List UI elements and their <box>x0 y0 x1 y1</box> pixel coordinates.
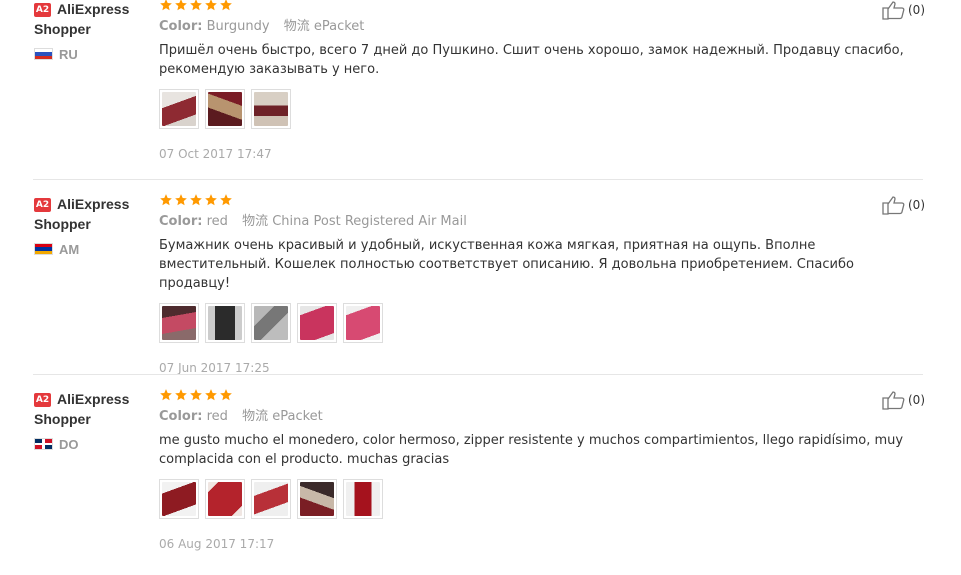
shipping-label: 物流 <box>242 409 269 424</box>
star-icon <box>205 0 217 11</box>
reviewer-country: AM <box>34 241 154 257</box>
review-body: Color: red 物流 ePacket me gusto mucho el … <box>159 388 934 551</box>
star-rating <box>159 0 934 14</box>
review-text: Бумажник очень красивый и удобный, искус… <box>159 238 854 291</box>
helpful-count: (0) <box>908 3 925 17</box>
color-label: Color: <box>159 409 203 424</box>
color-value: Burgundy <box>206 19 270 34</box>
helpful-button[interactable]: (0) <box>882 390 925 410</box>
star-icon <box>190 0 202 11</box>
review-text: me gusto mucho el monedero, color hermos… <box>159 433 904 467</box>
review-divider <box>33 179 923 180</box>
review-item: A2 AliExpress Shopper AM Color: red 物流 Ch… <box>0 185 961 380</box>
star-icon <box>175 389 187 401</box>
review-photo-thumbnail[interactable] <box>159 89 199 129</box>
order-info: Color: Burgundy 物流 ePacket <box>159 18 934 36</box>
star-icon <box>220 389 232 401</box>
star-icon <box>205 389 217 401</box>
review-photo-thumbnail[interactable] <box>343 479 383 519</box>
review-date: 07 Oct 2017 17:47 <box>159 147 272 161</box>
shipping-value: ePacket <box>313 19 365 34</box>
color-label: Color: <box>159 214 203 229</box>
helpful-count: (0) <box>908 393 925 407</box>
review-photo-thumbnail[interactable] <box>159 479 199 519</box>
shipping-value: China Post Registered Air Mail <box>272 214 467 229</box>
review-photo-thumbnail[interactable] <box>251 479 291 519</box>
review-photo-thumbnail[interactable] <box>205 479 245 519</box>
buyer-level-badge: A2 <box>34 393 51 407</box>
star-icon <box>205 194 217 206</box>
helpful-button[interactable]: (0) <box>882 0 925 20</box>
thumbs-up-icon <box>882 1 905 20</box>
star-icon <box>220 0 232 11</box>
buyer-level-badge: A2 <box>34 3 51 17</box>
color-label: Color: <box>159 19 203 34</box>
country-code: DO <box>59 436 79 452</box>
review-body: Color: red 物流 China Post Registered Air … <box>159 193 934 375</box>
reviewer-country: DO <box>34 436 154 452</box>
review-photo-thumbnail[interactable] <box>343 303 383 343</box>
russia-flag-icon <box>34 48 53 60</box>
thumbs-up-icon <box>882 196 905 215</box>
review-item: A2 AliExpress Shopper RU Color: Burgundy … <box>0 0 961 185</box>
color-value: red <box>206 409 228 424</box>
star-rating <box>159 193 934 209</box>
review-date: 07 Jun 2017 17:25 <box>159 361 270 375</box>
star-icon <box>160 389 172 401</box>
country-code: AM <box>59 241 80 257</box>
star-icon <box>190 194 202 206</box>
shipping-value: ePacket <box>272 409 323 424</box>
shipping-label: 物流 <box>242 214 269 229</box>
review-date: 06 Aug 2017 17:17 <box>159 537 275 551</box>
reviewer-info: A2 AliExpress Shopper DO <box>34 389 154 452</box>
reviewer-info: A2 AliExpress Shopper AM <box>34 194 154 257</box>
review-photo-thumbnail[interactable] <box>159 303 199 343</box>
country-code: RU <box>59 46 78 62</box>
star-rating <box>159 388 934 404</box>
star-icon <box>190 389 202 401</box>
review-body: Color: Burgundy 物流 ePacket Пришёл очень … <box>159 0 934 161</box>
buyer-level-badge: A2 <box>34 198 51 212</box>
thumbs-up-icon <box>882 391 905 410</box>
star-icon <box>220 194 232 206</box>
order-info: Color: red 物流 China Post Registered Air … <box>159 213 934 231</box>
color-value: red <box>206 214 228 229</box>
review-photos <box>159 479 934 521</box>
review-photos <box>159 303 934 345</box>
review-text: Пришёл очень быстро, всего 7 дней до Пуш… <box>159 43 904 77</box>
armenia-flag-icon <box>34 243 53 255</box>
star-icon <box>160 0 172 11</box>
review-photo-thumbnail[interactable] <box>251 303 291 343</box>
shipping-label: 物流 <box>283 19 310 34</box>
review-photo-thumbnail[interactable] <box>297 303 337 343</box>
review-item: A2 AliExpress Shopper DO Color: red 物流 eP… <box>0 380 961 575</box>
reviewer-country: RU <box>34 46 154 62</box>
dominican-republic-flag-icon <box>34 438 53 450</box>
review-photo-thumbnail[interactable] <box>205 303 245 343</box>
review-photo-thumbnail[interactable] <box>297 479 337 519</box>
review-divider <box>33 374 923 375</box>
review-photo-thumbnail[interactable] <box>205 89 245 129</box>
star-icon <box>175 194 187 206</box>
review-photo-thumbnail[interactable] <box>251 89 291 129</box>
star-icon <box>160 194 172 206</box>
order-info: Color: red 物流 ePacket <box>159 408 934 426</box>
star-icon <box>175 0 187 11</box>
helpful-count: (0) <box>908 198 925 212</box>
review-photos <box>159 89 934 131</box>
reviewer-info: A2 AliExpress Shopper RU <box>34 0 154 62</box>
helpful-button[interactable]: (0) <box>882 195 925 215</box>
